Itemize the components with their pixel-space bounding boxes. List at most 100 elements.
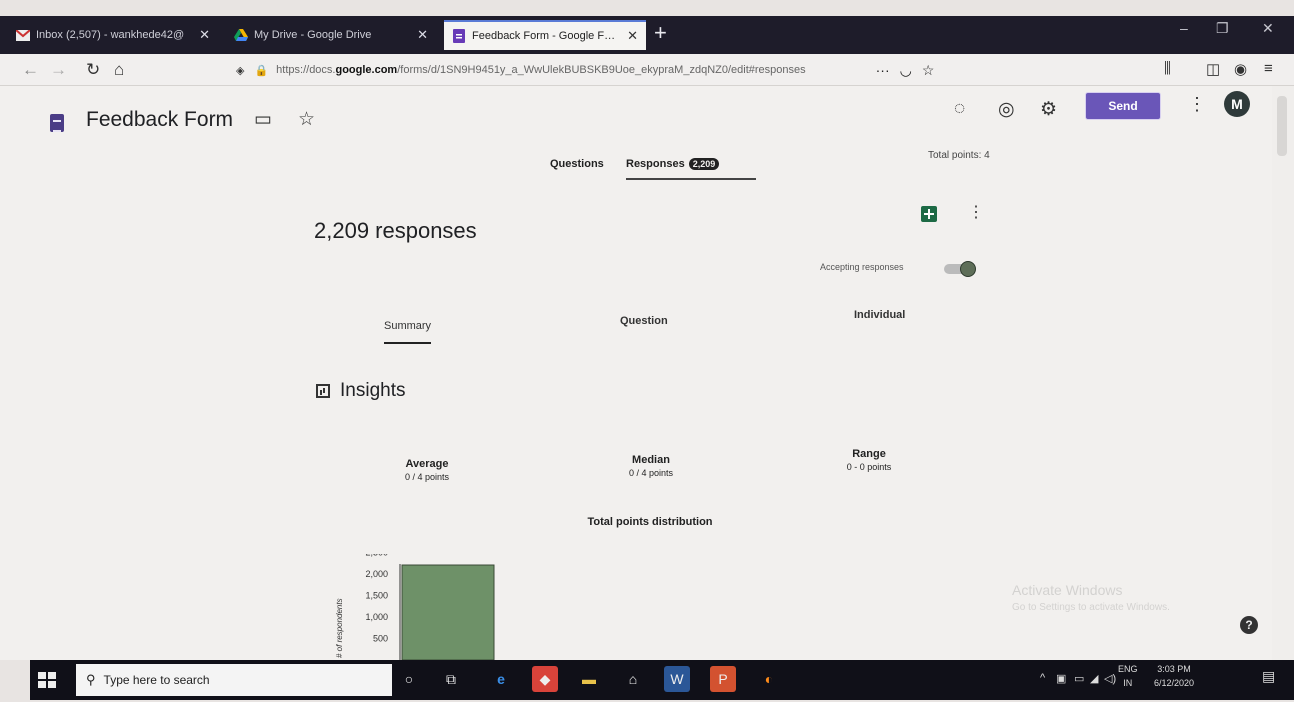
windows-start-icon[interactable] — [38, 672, 56, 688]
network-icon[interactable]: ◢ — [1090, 672, 1098, 685]
close-tab-icon[interactable]: ✕ — [627, 28, 638, 44]
tab-drive[interactable]: My Drive - Google Drive ✕ — [226, 20, 436, 50]
browser-tab-strip: Inbox (2,507) - wankhede42@ ✕ My Drive -… — [0, 16, 1294, 54]
search-icon: ⚲ — [86, 672, 96, 687]
stat-average: Average 0 / 4 points — [382, 458, 472, 482]
folder-icon[interactable]: ▭ — [254, 108, 272, 131]
url-prefix: https://docs. — [276, 64, 336, 76]
menu-icon[interactable]: ≡ — [1264, 60, 1273, 77]
tab-questions[interactable]: Questions — [550, 158, 604, 170]
windows-taskbar: ⚲ Type here to search ○ ⧉ e ◆ ▬ ⌂ W P ◐ … — [30, 660, 1294, 700]
accepting-responses-toggle[interactable] — [944, 261, 976, 277]
back-arrow-icon[interactable]: ← — [22, 60, 39, 80]
pocket-icon[interactable]: ◡ — [900, 62, 912, 79]
form-title[interactable]: Feedback Form — [86, 108, 233, 132]
address-bar-row: ← → ↻ ⌂ ◈ 🔒 https://docs. google.com/form… — [0, 54, 1294, 86]
tray-chevron-icon[interactable]: ^ — [1040, 672, 1045, 684]
app-red-icon[interactable]: ◆ — [532, 666, 558, 692]
insights-heading: Insights — [316, 380, 405, 402]
notifications-icon[interactable]: ▤ — [1262, 668, 1275, 685]
y-tick-label: 1,000 — [365, 612, 388, 622]
forward-arrow-icon[interactable]: → — [50, 60, 67, 80]
y-tick-label: 2,000 — [365, 569, 388, 579]
bookmark-star-icon[interactable]: ☆ — [922, 62, 935, 79]
send-button[interactable]: Send — [1085, 92, 1161, 120]
url-field[interactable]: ◈ 🔒 https://docs. google.com/forms/d/1SN9… — [236, 57, 1136, 83]
tab-gmail[interactable]: Inbox (2,507) - wankhede42@ ✕ — [8, 20, 218, 50]
tab-responses-label: Responses — [626, 158, 685, 170]
close-tab-icon[interactable]: ✕ — [417, 27, 428, 43]
forms-page: Feedback Form ▭ ☆ ◌ ◎ ⚙ Send ⋮ M Questio… — [0, 86, 1272, 660]
y-tick-label: 1,500 — [365, 591, 388, 601]
stat-range: Range 0 - 0 points — [824, 448, 914, 472]
gmail-icon — [16, 28, 30, 42]
toggle-knob — [960, 261, 976, 277]
subtab-summary[interactable]: Summary — [384, 320, 432, 344]
responses-count-title: 2,209 responses — [314, 218, 477, 243]
clock-time: 3:03 PM — [1157, 664, 1191, 674]
bar-0[interactable] — [401, 564, 495, 660]
sheets-icon[interactable] — [921, 206, 937, 222]
responses-more-icon[interactable]: ⋮ — [968, 202, 984, 222]
stat-label: Range — [852, 448, 886, 460]
edge-icon[interactable]: e — [488, 666, 514, 692]
y-axis-label: # of respondents — [335, 598, 344, 658]
reload-icon[interactable]: ↻ — [86, 60, 100, 80]
lock-icon: 🔒 — [254, 64, 269, 77]
help-icon[interactable]: ? — [1240, 616, 1258, 634]
activate-windows-subtext: Go to Settings to activate Windows. — [1012, 602, 1170, 613]
battery-icon[interactable]: ▭ — [1074, 672, 1084, 685]
close-window-icon[interactable]: ✕ — [1262, 20, 1274, 37]
tray-app-icon[interactable]: ▣ — [1056, 672, 1066, 685]
lang-code: ENG — [1118, 664, 1138, 674]
store-icon[interactable]: ⌂ — [620, 666, 646, 692]
taskbar-clock[interactable]: 3:03 PM 6/12/2020 — [1154, 662, 1194, 690]
stat-value: 0 / 4 points — [404, 472, 450, 482]
y-tick-label: 500 — [373, 634, 388, 644]
preview-eye-icon[interactable]: ◎ — [998, 98, 1015, 121]
avatar[interactable]: M — [1224, 91, 1250, 117]
region-code: IN — [1123, 678, 1133, 688]
sidebar-icon[interactable]: ◫ — [1206, 60, 1220, 78]
tracking-shield-icon[interactable]: ◈ — [236, 64, 244, 77]
tab-forms[interactable]: Feedback Form - Google Forms ✕ — [444, 20, 646, 50]
clock-date: 6/12/2020 — [1154, 678, 1195, 688]
firefox-icon[interactable]: ◐ — [756, 666, 782, 692]
subtab-individual[interactable]: Individual — [854, 309, 905, 321]
library-icon[interactable]: ⫼ — [1164, 60, 1171, 77]
insights-icon — [316, 384, 330, 398]
close-tab-icon[interactable]: ✕ — [199, 27, 210, 43]
total-points: Total points: 4 — [928, 150, 990, 161]
url-path: /forms/d/1SN9H9451y_a_WwUlekBUBSKB9Uoe_e… — [397, 64, 806, 76]
minimize-icon[interactable]: – — [1180, 20, 1188, 36]
new-tab-button[interactable]: + — [654, 20, 667, 46]
home-icon[interactable]: ⌂ — [114, 60, 124, 80]
file-explorer-icon[interactable]: ▬ — [576, 666, 602, 692]
tab-label: My Drive - Google Drive — [254, 29, 372, 41]
stat-value: 0 / 4 points — [628, 468, 674, 478]
tab-responses[interactable]: Responses 2,209 — [626, 158, 756, 180]
subtab-question[interactable]: Question — [620, 315, 668, 327]
palette-icon[interactable]: ◌ — [954, 98, 965, 120]
page-actions-icon[interactable]: ··· — [876, 62, 890, 78]
task-view-icon[interactable]: ⧉ — [438, 666, 464, 692]
input-language[interactable]: ENG IN — [1118, 662, 1138, 690]
taskbar-search-box[interactable]: ⚲ Type here to search — [76, 664, 392, 696]
star-icon[interactable]: ☆ — [298, 108, 315, 131]
page-scrollbar[interactable] — [1272, 86, 1294, 660]
forms-icon — [452, 29, 466, 43]
stat-median: Median 0 / 4 points — [606, 454, 696, 478]
stat-label: Median — [632, 454, 670, 466]
maximize-icon[interactable]: ❐ — [1216, 20, 1229, 37]
stat-value: 0 - 0 points — [846, 462, 892, 472]
powerpoint-icon[interactable]: P — [710, 666, 736, 692]
forms-logo-icon[interactable] — [50, 114, 64, 132]
scrollbar-thumb[interactable] — [1277, 96, 1287, 156]
cortana-icon[interactable]: ○ — [396, 666, 422, 692]
extension-icon[interactable]: ◉ — [1234, 60, 1247, 78]
more-options-icon[interactable]: ⋮ — [1188, 94, 1206, 115]
volume-icon[interactable]: ◁) — [1104, 672, 1116, 685]
word-icon[interactable]: W — [664, 666, 690, 692]
activate-windows-watermark: Activate Windows — [1012, 582, 1123, 598]
settings-gear-icon[interactable]: ⚙ — [1040, 98, 1057, 121]
